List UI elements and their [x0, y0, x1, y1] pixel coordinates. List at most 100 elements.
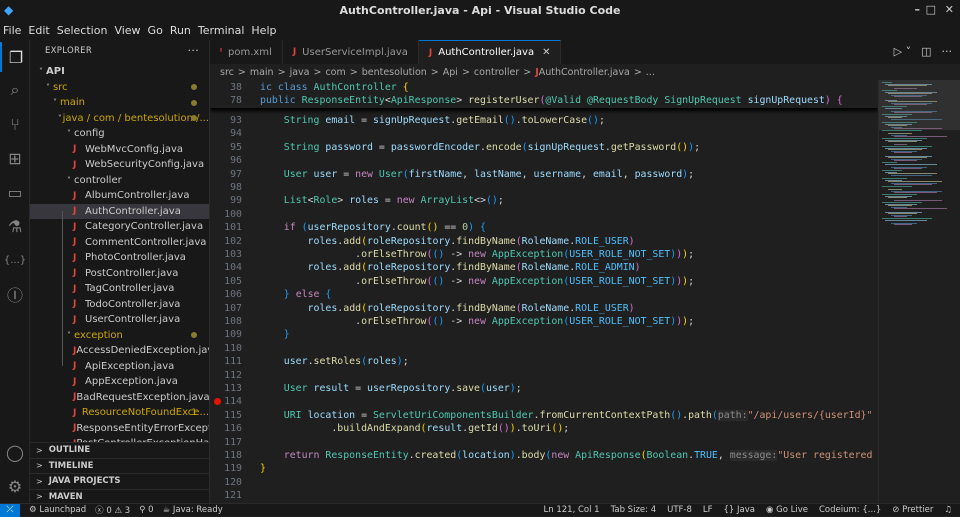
item-label: ApiException.java	[85, 360, 175, 372]
code-token: =	[372, 141, 391, 153]
settings-gear-icon[interactable]: ⚙	[0, 471, 30, 501]
menu-view[interactable]: View	[111, 24, 144, 37]
testing-icon[interactable]: ⚗	[0, 211, 30, 241]
item-label: main	[60, 97, 85, 109]
tab-userserviceimpl[interactable]: J UserServiceImpl.java	[283, 40, 419, 64]
file-item[interactable]: J TagController.java	[30, 281, 209, 297]
file-item[interactable]: J WebSecurityConfig.java	[30, 157, 209, 173]
code-token: {	[325, 289, 332, 301]
item-label: ResourceNotFoundExce...	[81, 407, 209, 419]
file-item[interactable]: J ApiException.java	[30, 359, 209, 375]
menu-selection[interactable]: Selection	[54, 24, 112, 37]
breadcrumb-item[interactable]: main	[250, 67, 274, 78]
file-item[interactable]: J ResourceNotFoundExce... 1	[30, 405, 209, 421]
menu-file[interactable]: File	[0, 24, 25, 37]
code-token: findByName	[456, 262, 516, 274]
minimap-slider[interactable]	[879, 80, 960, 130]
java-projects-pane[interactable]: > JAVA PROJECTS	[30, 473, 209, 489]
run-icon[interactable]: ▷ ˅	[894, 45, 911, 58]
close-window-button[interactable]: ✕	[945, 3, 954, 16]
menu-terminal[interactable]: Terminal	[195, 24, 249, 37]
json-icon[interactable]: {...}	[0, 245, 30, 275]
file-item[interactable]: J PhotoController.java	[30, 250, 209, 266]
code-token: "User registered	[777, 450, 873, 461]
line-ending[interactable]: LF	[703, 505, 713, 515]
codeium-status[interactable]: Codeium: {...}	[819, 505, 881, 515]
folder-item[interactable]: ˅ exception	[30, 328, 209, 344]
extensions-icon[interactable]: ⊞	[0, 143, 30, 173]
line-number: 99	[230, 195, 242, 207]
account-icon[interactable]: ◯	[0, 437, 30, 467]
notifications-bell-icon[interactable]: ♫	[944, 505, 952, 515]
code-token: "/api/users/{userId}"	[747, 409, 873, 421]
code-token: email	[592, 168, 623, 180]
file-item[interactable]: J BadRequestException.java	[30, 390, 209, 406]
tab-pom-xml[interactable]: ᵎ pom.xml	[210, 40, 283, 64]
activity-bar: ❐ ⌕ ⑂ ⊞ ▭ ⚗ {...} Ⓘ ◯ ⚙	[0, 40, 30, 503]
outline-pane[interactable]: > OUTLINE	[30, 442, 209, 458]
breadcrumb-item[interactable]: AuthController.java	[539, 67, 630, 78]
remote-explorer-icon[interactable]: ▭	[0, 177, 30, 207]
folder-item[interactable]: ˅ config	[30, 126, 209, 142]
remote-indicator-icon[interactable]: ⤫	[0, 503, 20, 517]
close-tab-icon[interactable]: ✕	[542, 47, 550, 58]
minimap[interactable]	[878, 80, 960, 503]
file-item[interactable]: J AuthController.java	[30, 203, 209, 219]
java-status-item[interactable]: ☕ Java: Ready	[163, 505, 223, 515]
breadcrumb-item[interactable]: src	[220, 67, 234, 78]
menu-run[interactable]: Run	[167, 24, 195, 37]
file-item[interactable]: J AppException.java	[30, 374, 209, 390]
file-item[interactable]: J CategoryController.java	[30, 219, 209, 235]
folder-item[interactable]: ˅ controller	[30, 173, 209, 189]
breadcrumb-item[interactable]: ...	[646, 67, 655, 78]
git-graph-icon[interactable]: Ⓘ	[0, 279, 30, 309]
code-line: 93 String email = signUpRequest.getEmail…	[210, 114, 878, 127]
more-actions-icon[interactable]: ···	[188, 44, 199, 57]
minimize-button[interactable]: –	[915, 3, 921, 16]
timeline-pane[interactable]: > TIMELINE	[30, 457, 209, 474]
file-item[interactable]: J AccessDeniedException.java	[30, 343, 209, 359]
maximize-button[interactable]: □	[926, 3, 936, 16]
tab-size[interactable]: Tab Size: 4	[611, 505, 657, 515]
file-item[interactable]: J UserController.java	[30, 312, 209, 328]
menu-edit[interactable]: Edit	[25, 24, 53, 37]
tab-authcontroller[interactable]: J AuthController.java ✕	[418, 40, 562, 64]
breadcrumb-item[interactable]: com	[325, 67, 345, 78]
folder-item[interactable]: ˅ src	[30, 80, 209, 96]
more-actions-icon[interactable]: ···	[942, 45, 953, 58]
code-editor[interactable]: 38 ic class AuthController {78 public Resp…	[210, 80, 878, 503]
breadcrumb-item[interactable]: controller	[474, 67, 519, 78]
file-item[interactable]: J TodoController.java	[30, 297, 209, 313]
menu-go[interactable]: Go	[145, 24, 167, 37]
go-live-button[interactable]: ◉ Go Live	[766, 505, 808, 515]
file-item[interactable]: J AlbumController.java	[30, 188, 209, 204]
file-item[interactable]: JResponseEntityErrorExceptio...	[30, 421, 209, 437]
ports-item[interactable]: ⚲ 0	[139, 505, 153, 515]
prettier-status[interactable]: ⊘ Prettier	[892, 505, 933, 515]
file-item[interactable]: J CommentController.java	[30, 235, 209, 251]
problems-item[interactable]: ⓧ 0 ⚠ 3	[95, 504, 130, 516]
menu-help[interactable]: Help	[248, 24, 280, 37]
encoding[interactable]: UTF-8	[667, 505, 692, 515]
maven-pane[interactable]: > MAVEN	[30, 488, 209, 504]
cursor-position[interactable]: Ln 121, Col 1	[544, 505, 600, 515]
code-token: .	[260, 249, 362, 260]
file-item[interactable]: J WebMvcConfig.java	[30, 142, 209, 158]
folder-item[interactable]: ˅ main	[30, 95, 209, 111]
line-number: 100	[224, 208, 242, 220]
folder-item[interactable]: ˅ API	[30, 64, 209, 80]
file-item[interactable]: J PostController.java	[30, 266, 209, 282]
breadcrumb-item[interactable]: bentesolution	[362, 67, 427, 78]
line-text: roles.add(roleRepository.findByName(Role…	[260, 235, 635, 248]
explorer-icon[interactable]: ❐	[0, 42, 30, 72]
breadcrumb-item[interactable]: Api	[443, 67, 458, 78]
language-mode[interactable]: {} Java	[724, 505, 756, 515]
search-icon[interactable]: ⌕	[0, 75, 30, 105]
source-control-icon[interactable]: ⑂	[0, 109, 30, 139]
breadcrumb-item[interactable]: java	[290, 67, 310, 78]
folder-item[interactable]: ˅ java / com / bentesolution /...	[30, 111, 209, 127]
line-text: List<Role> roles = new ArrayList<>();	[260, 194, 504, 207]
split-editor-icon[interactable]: ◫	[921, 45, 931, 58]
code-token: .	[260, 275, 362, 287]
launchpad-item[interactable]: ⚙ Launchpad	[29, 505, 86, 515]
